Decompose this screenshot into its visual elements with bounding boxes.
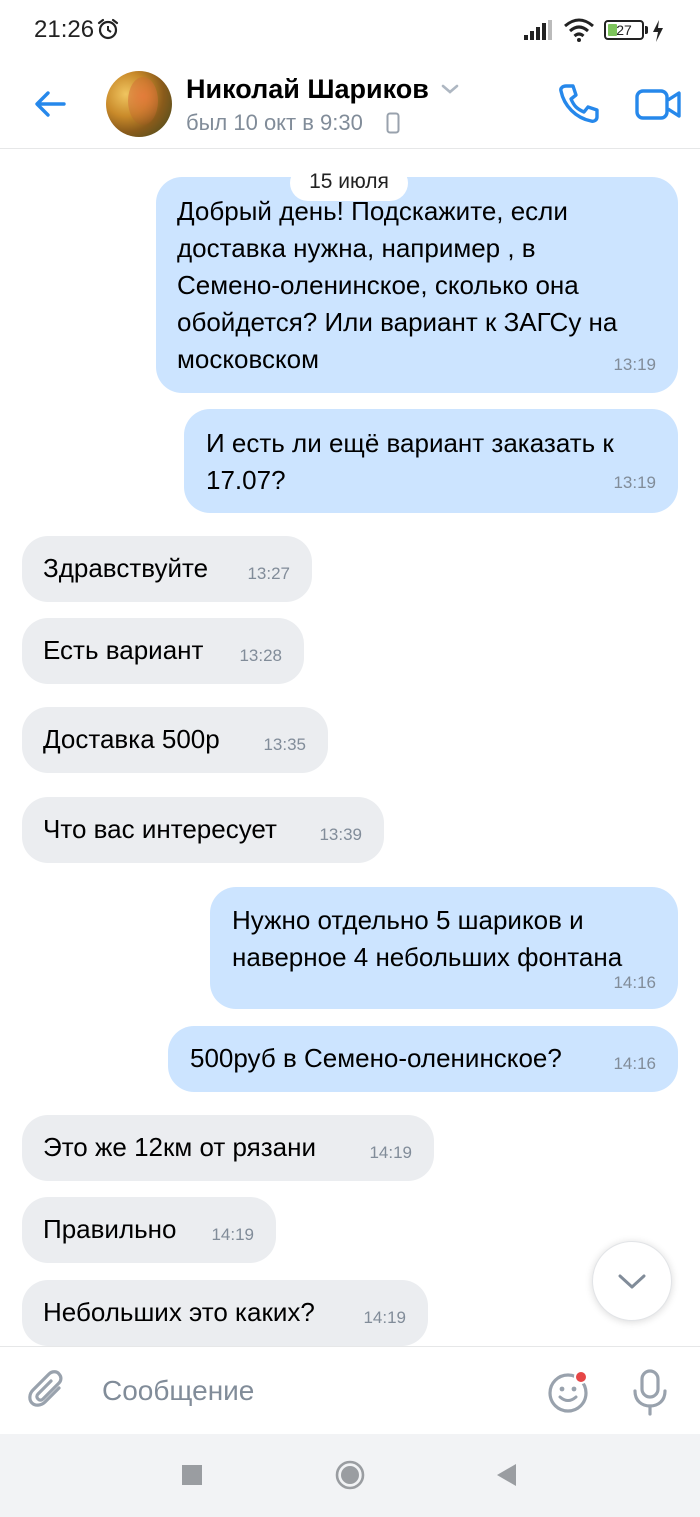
message-text: 500руб в Семено-оленинское?	[190, 1043, 562, 1073]
message-text: Правильно	[43, 1214, 177, 1244]
incoming-message[interactable]: Здравствуйте 13:27	[22, 536, 312, 602]
smiley-icon[interactable]	[544, 1367, 594, 1417]
back-arrow-icon[interactable]	[28, 82, 72, 126]
phone-icon[interactable]	[556, 80, 602, 126]
message-time: 14:16	[613, 973, 656, 992]
incoming-message[interactable]: Это же 12км от рязани 14:19	[22, 1115, 434, 1181]
battery-percent: 27	[616, 22, 632, 38]
last-seen-status: был 10 окт в 9:30	[186, 110, 363, 135]
paperclip-icon[interactable]	[26, 1369, 72, 1415]
message-composer	[0, 1346, 700, 1435]
status-bar: 21:26 27	[0, 0, 700, 60]
recent-apps-button[interactable]	[182, 1465, 202, 1485]
charging-icon	[653, 20, 663, 42]
message-time: 14:19	[363, 1308, 406, 1327]
message-text-line: 17.07?	[206, 465, 286, 495]
message-text: Доставка 500р	[43, 724, 220, 754]
incoming-message[interactable]: Доставка 500р 13:35	[22, 707, 328, 773]
incoming-message[interactable]: Что вас интересует 13:39	[22, 797, 384, 863]
message-input[interactable]	[102, 1371, 522, 1411]
scroll-to-bottom-button[interactable]	[592, 1241, 672, 1321]
incoming-message[interactable]: Небольших это каких? 14:19	[22, 1280, 428, 1346]
message-text: Небольших это каких?	[43, 1297, 315, 1327]
incoming-message[interactable]: Правильно 14:19	[22, 1197, 276, 1263]
mobile-device-icon	[386, 112, 400, 134]
chat-header: Николай Шариков был 10 окт в 9:30	[0, 60, 700, 149]
date-separator: 15 июля	[290, 165, 408, 201]
battery-icon: 27	[604, 20, 644, 40]
message-time: 13:39	[319, 825, 362, 844]
message-time: 13:35	[263, 735, 306, 754]
alarm-icon	[97, 18, 119, 40]
message-text-line: доставка нужна, например , в	[177, 233, 536, 263]
message-text-line: московском	[177, 344, 319, 374]
home-button[interactable]	[334, 1459, 366, 1491]
battery-tip	[645, 26, 648, 34]
message-time: 13:27	[247, 564, 290, 583]
chevron-down-icon[interactable]	[440, 82, 460, 96]
message-time: 14:19	[211, 1225, 254, 1244]
message-text-line: обойдется? Или вариант к ЗАГСу на	[177, 307, 618, 337]
message-list[interactable]: Добрый день! Подскажите, если доставка н…	[0, 149, 700, 1346]
message-text-line: Нужно отдельно 5 шариков и	[232, 905, 584, 935]
message-text: Есть вариант	[43, 635, 204, 665]
message-text: Это же 12км от рязани	[43, 1132, 316, 1162]
microphone-icon[interactable]	[630, 1367, 670, 1417]
message-time: 13:19	[613, 473, 656, 492]
message-text-line: наверное 4 небольших фонтана	[232, 942, 623, 972]
chevron-down-icon	[618, 1274, 646, 1289]
status-time: 21:26	[34, 16, 95, 43]
message-text: Что вас интересует	[43, 814, 277, 844]
signal-icon	[524, 20, 552, 40]
contact-name[interactable]: Николай Шариков	[186, 74, 429, 105]
outgoing-message[interactable]: Добрый день! Подскажите, если доставка н…	[156, 177, 678, 393]
message-text: Здравствуйте	[43, 553, 209, 583]
outgoing-message[interactable]: И есть ли ещё вариант заказать к 17.07? …	[184, 409, 678, 513]
avatar[interactable]	[106, 71, 172, 137]
incoming-message[interactable]: Есть вариант 13:28	[22, 618, 304, 684]
message-text-line: И есть ли ещё вариант заказать к	[206, 428, 614, 458]
system-back-button[interactable]	[494, 1462, 518, 1488]
outgoing-message[interactable]: Нужно отдельно 5 шариков и наверное 4 не…	[210, 887, 678, 1009]
outgoing-message[interactable]: 500руб в Семено-оленинское? 14:16	[168, 1026, 678, 1092]
wifi-icon	[564, 18, 594, 42]
system-navigation-bar	[0, 1434, 700, 1517]
message-time: 14:16	[613, 1054, 656, 1073]
message-text-line: Семено-оленинское, сколько она	[177, 270, 579, 300]
message-time: 13:19	[613, 355, 656, 374]
message-time: 13:28	[239, 646, 282, 665]
video-camera-icon[interactable]	[634, 82, 682, 126]
message-time: 14:19	[369, 1143, 412, 1162]
